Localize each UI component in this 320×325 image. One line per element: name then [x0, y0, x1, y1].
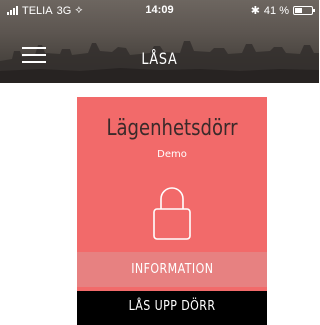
- door-name: Lägenhetsdörr: [106, 116, 238, 141]
- page-title: LÅSA: [141, 49, 178, 68]
- lock-card: Lägenhetsdörr Demo INFORMATION LÅS UPP D…: [77, 97, 267, 325]
- information-label: INFORMATION: [130, 262, 214, 277]
- battery-percent: 41 %: [263, 4, 289, 17]
- status-bar: TELIA 3G ⟡ 14:09 ✱ 41 %: [0, 0, 319, 20]
- bluetooth-icon: ✱: [250, 5, 260, 17]
- unlock-door-button[interactable]: LÅS UPP DÖRR: [77, 291, 267, 325]
- battery-fill: [295, 8, 302, 13]
- battery-cap: [313, 9, 315, 12]
- app-header: TELIA 3G ⟡ 14:09 ✱ 41 % LÅSA: [0, 0, 319, 83]
- padlock-icon[interactable]: [152, 185, 192, 241]
- battery-icon: [293, 6, 315, 15]
- door-subtitle: Demo: [157, 149, 187, 160]
- information-button[interactable]: INFORMATION: [77, 252, 267, 287]
- status-right: ✱ 41 %: [250, 4, 315, 17]
- unlock-door-label: LÅS UPP DÖRR: [128, 299, 216, 314]
